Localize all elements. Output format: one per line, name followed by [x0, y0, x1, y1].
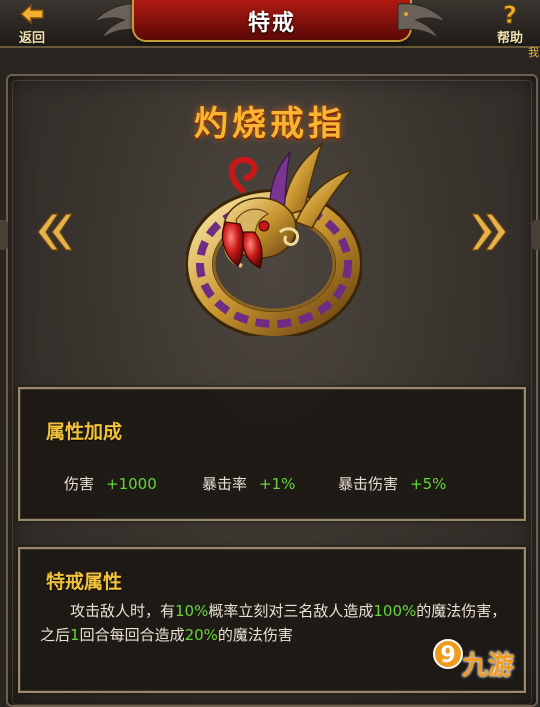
double-chevron-left-icon	[37, 213, 74, 251]
ring-icon	[186, 141, 362, 336]
dragon-ornament-right	[397, 3, 447, 40]
stat-label: 暴击伤害	[338, 475, 399, 493]
help-button[interactable]: ? 帮助	[484, 2, 536, 46]
desc-text: 回合每回合造成	[79, 626, 185, 644]
back-label: 返回	[18, 31, 45, 46]
previous-item-button[interactable]	[34, 210, 74, 254]
stat-crit-damage: 暴击伤害 +5%	[338, 473, 446, 494]
double-chevron-right-icon	[470, 213, 507, 251]
left-edge-tab	[0, 220, 8, 250]
desc-highlight: 20%	[184, 626, 218, 644]
question-mark-icon: ?	[503, 2, 518, 26]
corner-text: 我	[528, 46, 539, 59]
svg-text:?: ?	[503, 2, 517, 26]
title-plate: 特戒	[132, 0, 412, 42]
stat-label: 伤害	[64, 475, 95, 493]
special-property-title: 特戒属性	[46, 571, 123, 593]
desc-highlight: 100%	[373, 602, 417, 620]
desc-highlight: 10%	[175, 602, 209, 620]
attribute-bonus-panel: 属性加成 伤害 +1000 暴击率 +1% 暴击伤害 +5%	[18, 387, 526, 521]
page-title: 特戒	[247, 11, 296, 36]
back-arrow-icon	[19, 3, 44, 25]
watermark-logo-glyph: 9	[440, 643, 455, 668]
stat-value: +1%	[259, 475, 296, 493]
stat-crit-rate: 暴击率 +1%	[202, 473, 295, 494]
attribute-bonus-title: 属性加成	[46, 421, 123, 443]
watermark-text: 九游	[462, 651, 515, 681]
back-button[interactable]: 返回	[6, 2, 58, 46]
desc-text: 的魔法伤害	[217, 626, 293, 644]
stat-label: 暴击率	[202, 475, 248, 493]
next-item-button[interactable]	[470, 210, 510, 254]
desc-text: 攻击敌人时，有	[70, 602, 176, 620]
stat-value: +1000	[106, 475, 157, 493]
top-bar: 返回 特戒 ? 帮助	[0, 0, 540, 48]
stat-damage: 伤害 +1000	[64, 473, 157, 494]
desc-highlight: 1	[70, 626, 80, 644]
desc-text: 概率立刻对三名敌人造成	[208, 602, 374, 620]
stat-value: +5%	[410, 475, 447, 493]
right-edge-tab	[532, 220, 540, 250]
